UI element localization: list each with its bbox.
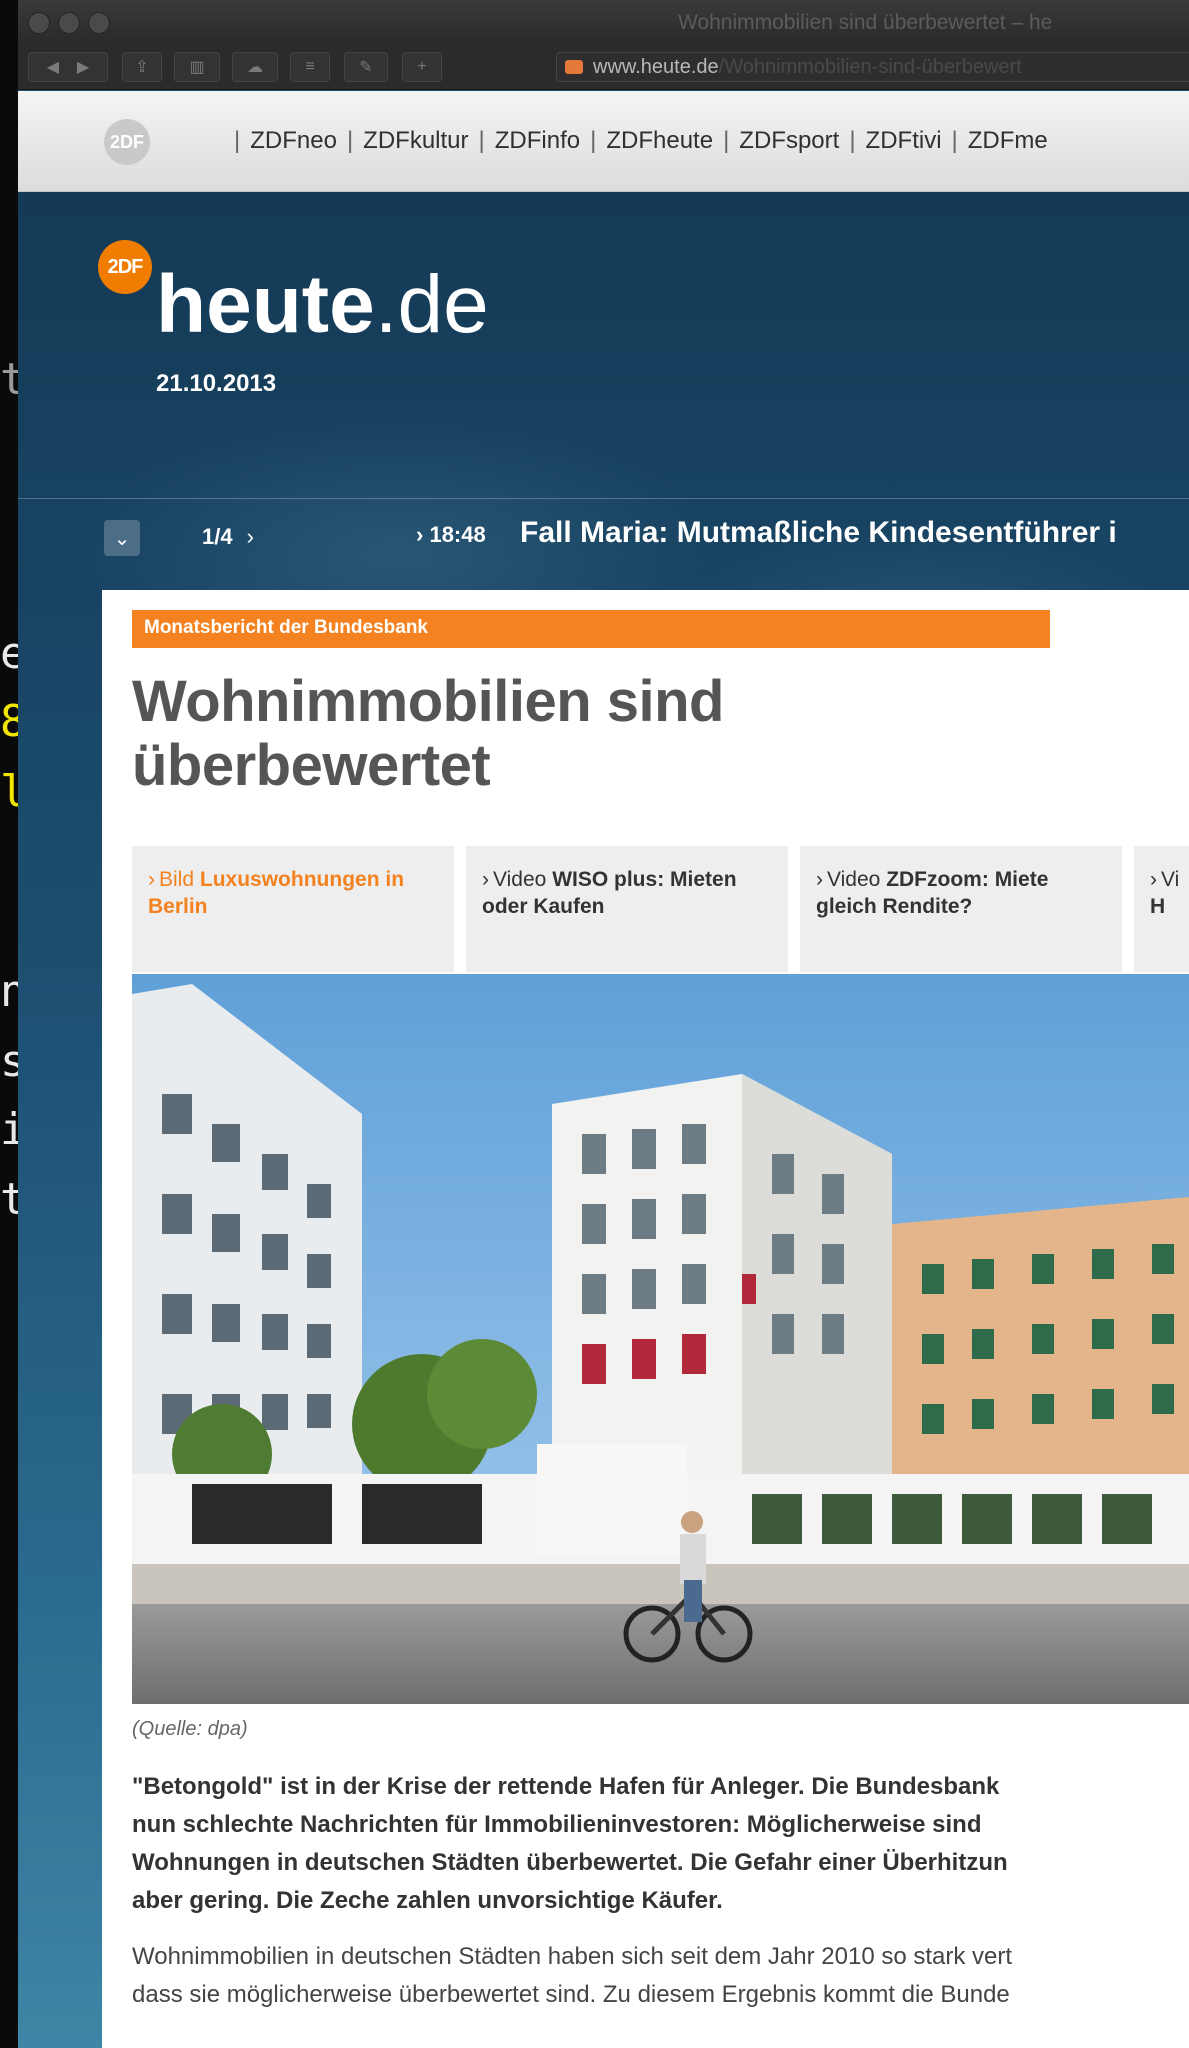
ticker-expand-button[interactable]: ⌄: [104, 520, 140, 556]
tools-button[interactable]: ✎: [344, 52, 388, 82]
chevron-right-icon: ›: [246, 524, 254, 549]
article-photo[interactable]: [132, 974, 1189, 1704]
zdf-logo-icon[interactable]: 2DF: [104, 119, 150, 165]
related-item-video-partial[interactable]: › Vi H: [1134, 846, 1189, 972]
nav-item-zdfinfo[interactable]: ZDFinfo: [495, 127, 580, 155]
site-logo[interactable]: heute.de: [156, 264, 489, 346]
browser-window: Wohnimmobilien sind überbewertet – he ◀ …: [18, 0, 1189, 2048]
share-button[interactable]: ⇪: [122, 52, 162, 82]
nav-item-zdfmediathek[interactable]: ZDFme: [968, 127, 1048, 155]
terminal-text-fragment: e: [0, 628, 18, 679]
article-lead: "Betongold" ist in der Krise der rettend…: [132, 1773, 1008, 1914]
wrench-icon: ✎: [359, 59, 373, 76]
terminal-text-fragment: i: [0, 1104, 18, 1155]
terminal-text-fragment: t: [0, 354, 18, 405]
window-titlebar: Wohnimmobilien sind überbewertet – he: [18, 0, 1189, 44]
terminal-text-fragment: l: [0, 766, 18, 817]
article-body: Wohnimmobilien in deutschen Städten habe…: [132, 1943, 1013, 2008]
ticker-time: › 18:48: [416, 522, 486, 547]
window-title: Wohnimmobilien sind überbewertet – he: [678, 11, 1053, 34]
related-item-bild[interactable]: › Bild Luxuswohnungen in Berlin: [132, 846, 454, 972]
related-item-video-zdfzoom[interactable]: › Video ZDFzoom: Miete gleich Rendite?: [800, 846, 1122, 972]
chevron-right-icon: ›: [416, 522, 424, 547]
site-favicon-icon: [565, 60, 583, 74]
url-path: /Wohnimmobilien-sind-überbewert: [718, 55, 1022, 78]
terminal-text-fragment: s: [0, 1036, 18, 1087]
close-window-button[interactable]: [28, 12, 50, 34]
article-card: Monatsbericht der Bundesbank Wohnimmobil…: [102, 590, 1189, 2048]
article-headline: Wohnimmobilien sind überbewertet: [132, 669, 724, 798]
reader-button[interactable]: ≡: [290, 52, 330, 82]
reader-icon: ≡: [305, 58, 315, 75]
terminal-text-fragment: n: [0, 966, 18, 1017]
ticker-pager[interactable]: 1/4 ›: [202, 524, 254, 550]
zoom-window-button[interactable]: [88, 12, 110, 34]
article-kicker: Monatsbericht der Bundesbank: [132, 610, 1050, 648]
new-tab-button[interactable]: +: [402, 52, 442, 82]
back-icon[interactable]: ◀: [47, 57, 59, 77]
nav-item-zdfsport[interactable]: ZDFsport: [739, 127, 839, 155]
zdf-channel-list: | ZDFneo | ZDFkultur | ZDFinfo | ZDFheut…: [234, 127, 1048, 155]
nav-item-zdfneo[interactable]: ZDFneo: [250, 127, 337, 155]
related-item-video-wiso[interactable]: › Video WISO plus: Mieten oder Kaufen: [466, 846, 788, 972]
book-icon: ▥: [189, 59, 205, 76]
chevron-right-icon: ›: [816, 868, 823, 891]
chevron-down-icon: ⌄: [113, 527, 131, 550]
back-forward-buttons[interactable]: ◀ ▶: [28, 52, 108, 82]
address-bar[interactable]: www.heute.de/Wohnimmobilien-sind-überbew…: [556, 52, 1189, 82]
photo-caption: (Quelle: dpa): [132, 1718, 248, 1740]
icloud-tabs-button[interactable]: ☁: [232, 52, 278, 82]
chevron-right-icon: ›: [1150, 868, 1157, 891]
browser-toolbar: ◀ ▶ ⇪ ▥ ☁ ≡ ✎ + www.heute.de/Wohnimmobil…: [18, 44, 1189, 90]
cloud-icon: ☁: [247, 59, 263, 76]
site-date: 21.10.2013: [156, 370, 277, 397]
nav-item-zdfheute[interactable]: ZDFheute: [606, 127, 713, 155]
apartment-buildings-image: [132, 974, 1189, 1704]
minimize-window-button[interactable]: [58, 12, 80, 34]
plus-icon: +: [417, 58, 427, 75]
zdf-network-nav: 2DF | ZDFneo | ZDFkultur | ZDFinfo | ZDF…: [18, 91, 1189, 192]
chevron-right-icon: ›: [482, 868, 489, 891]
nav-item-zdftivi[interactable]: ZDFtivi: [866, 127, 942, 155]
ticker-divider: [18, 498, 1189, 499]
terminal-text-fragment: t: [0, 1174, 18, 1225]
share-icon: ⇪: [135, 59, 149, 76]
nav-item-zdfkultur[interactable]: ZDFkultur: [363, 127, 468, 155]
forward-icon[interactable]: ▶: [77, 57, 89, 77]
chevron-right-icon: ›: [148, 868, 155, 891]
ticker-headline-link[interactable]: Fall Maria: Mutmaßliche Kindesentführer …: [520, 516, 1117, 550]
terminal-text-fragment: 8: [0, 696, 18, 747]
zdf-badge-icon[interactable]: 2DF: [98, 240, 152, 294]
url-host: www.heute.de: [593, 55, 719, 78]
related-media-list: › Bild Luxuswohnungen in Berlin › Video WI…: [132, 846, 1189, 972]
terminal-window-edge: t e 8 l n s i t: [0, 0, 18, 2048]
bookmarks-button[interactable]: ▥: [174, 52, 220, 82]
